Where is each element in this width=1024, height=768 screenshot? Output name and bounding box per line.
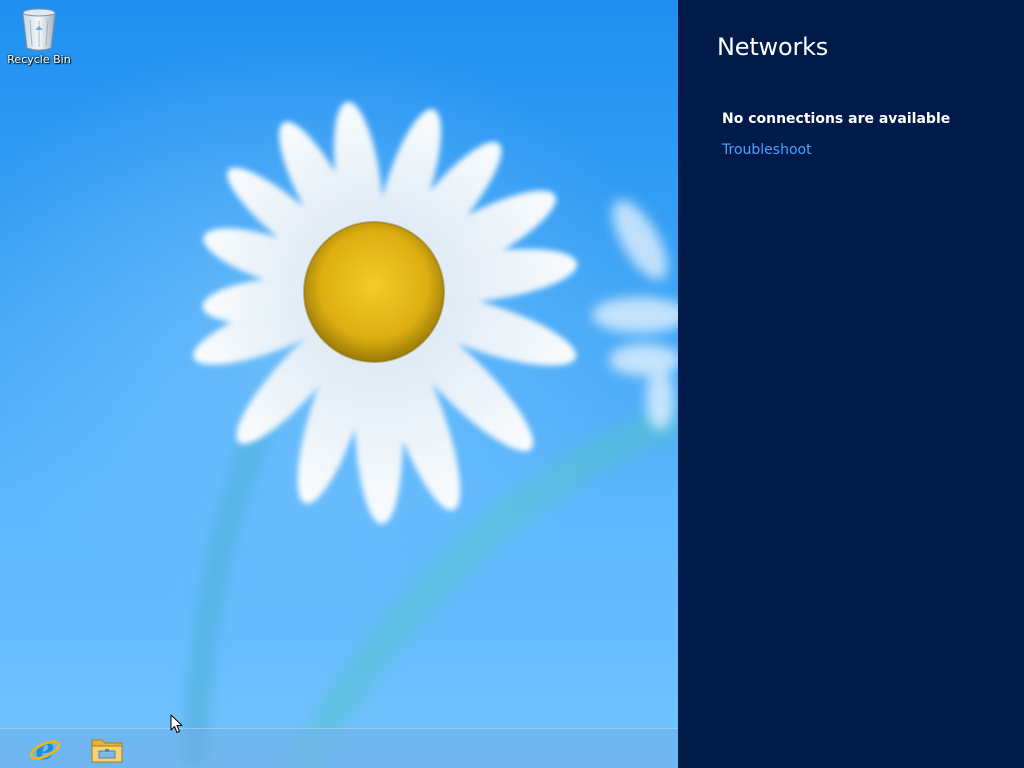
desktop-icon-recycle-bin[interactable]: Recycle Bin: [4, 6, 74, 66]
desktop[interactable]: Recycle Bin e: [0, 0, 678, 768]
troubleshoot-link[interactable]: Troubleshoot: [722, 142, 812, 158]
taskbar-internet-explorer-button[interactable]: e: [22, 731, 68, 767]
screen: Recycle Bin e Networks No connections ar…: [0, 0, 1024, 768]
wallpaper-daisy-image: [182, 101, 678, 768]
connection-status-text: No connections are available: [722, 111, 951, 127]
recycle-bin-icon: [22, 8, 56, 51]
recycle-bin-label: Recycle Bin: [7, 53, 71, 66]
networks-panel: Networks No connections are available Tr…: [678, 0, 1024, 768]
taskbar: e: [0, 728, 678, 768]
taskbar-file-explorer-button[interactable]: [84, 731, 130, 767]
mouse-cursor-icon: [170, 714, 183, 733]
internet-explorer-icon: e: [29, 733, 61, 765]
file-explorer-icon: [91, 739, 123, 763]
svg-text:e: e: [35, 733, 54, 765]
networks-panel-title: Networks: [717, 33, 829, 61]
